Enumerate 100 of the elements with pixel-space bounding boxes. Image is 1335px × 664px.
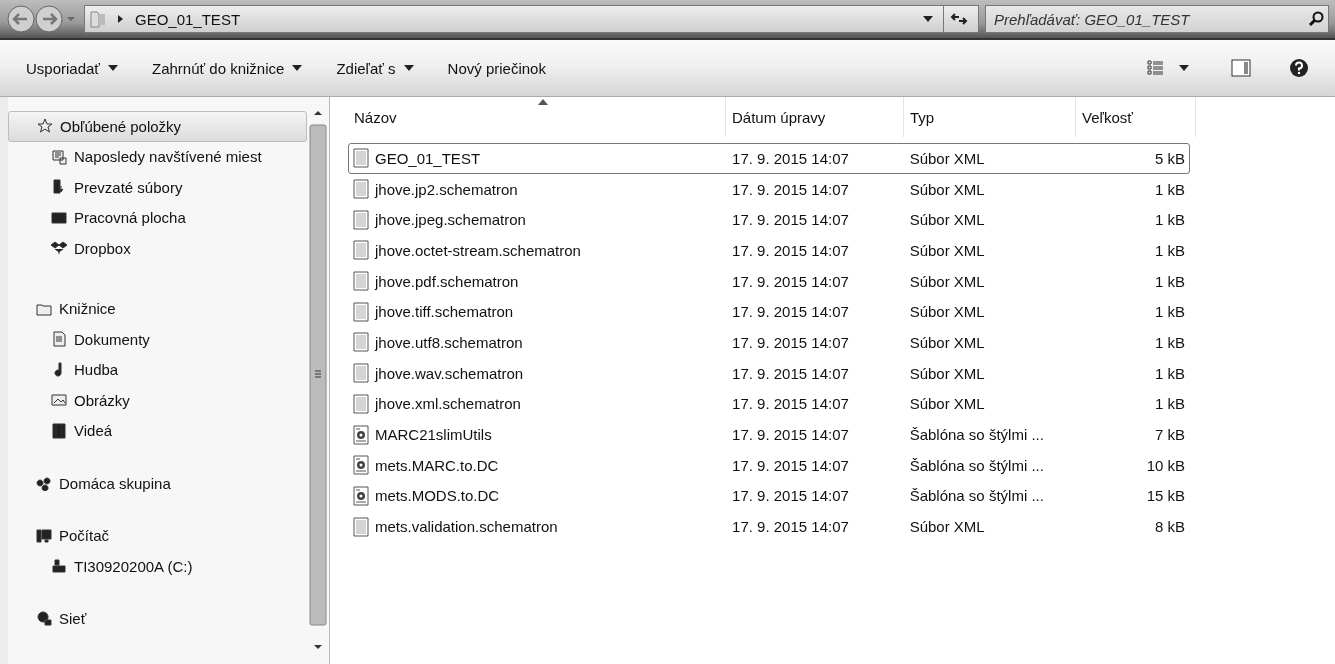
file-row[interactable]: GEO_01_TEST 17. 9. 2015 14:07 Súbor XML 5 kB [348, 143, 1190, 174]
file-row[interactable]: mets.validation.schematron 17. 9. 2015 14:07 Súbor XML 8 kB [348, 511, 1190, 542]
homegroup-icon [35, 475, 53, 492]
file-name: MARC21slimUtils [375, 426, 492, 444]
file-name: jhove.wav.schematron [375, 364, 524, 382]
file-row[interactable]: MARC21slimUtils 17. 9. 2015 14:07 Šablóna so štýlmi ... 7 kB [348, 419, 1190, 450]
file-row[interactable]: mets.MARC.to.DC 17. 9. 2015 14:07 Šablóna so štýlmi ... 10 kB [348, 449, 1190, 481]
column-header[interactable]: Typ [904, 97, 1076, 137]
file-type: Šablóna so štýlmi ... [908, 426, 1045, 444]
file-type: Súbor XML [908, 303, 986, 321]
modified-date: 17. 9. 2015 14:07 [731, 395, 850, 413]
modified-date: 17. 9. 2015 14:07 [731, 211, 850, 229]
sidebar-item[interactable]: Dokumenty [8, 324, 307, 355]
file-type: Súbor XML [908, 211, 986, 229]
file-name: mets.validation.schematron [375, 518, 558, 536]
file-size: 8 kB [1154, 518, 1186, 536]
sidebar-item[interactable]: Naposledy navštívené miest [8, 141, 307, 172]
back-forward-buttons[interactable] [6, 4, 78, 34]
drive-icon [50, 558, 68, 575]
text-file-icon [353, 148, 369, 169]
text-file-icon [353, 209, 369, 230]
file-name: jhove.utf8.schematron [375, 333, 523, 351]
file-name: mets.MARC.to.DC [375, 456, 499, 474]
file-size: 1 kB [1154, 272, 1186, 290]
file-type: Súbor XML [908, 395, 986, 413]
text-file-icon [353, 271, 369, 292]
text-file-icon [353, 393, 369, 414]
sidebar-item[interactable]: Prevzaté súbory [8, 172, 307, 203]
desktop-icon [50, 209, 68, 226]
dropdown-caret-icon[interactable] [923, 15, 933, 23]
file-name: GEO_01_TEST [375, 149, 481, 167]
file-type: Súbor XML [908, 364, 986, 382]
modified-date: 17. 9. 2015 14:07 [731, 487, 850, 505]
file-name: jhove.octet-stream.schematron [375, 241, 581, 259]
document-icon [50, 331, 68, 348]
column-header[interactable]: Dátum úpravy [726, 97, 904, 137]
text-file-icon [353, 363, 369, 384]
file-type: Súbor XML [908, 180, 986, 198]
gear-file-icon [353, 424, 369, 445]
file-size: 1 kB [1154, 333, 1186, 351]
sidebar-item[interactable]: Hudba [8, 354, 307, 385]
file-row[interactable]: jhove.wav.schematron 17. 9. 2015 14:07 Súbor XML 1 kB [348, 357, 1190, 389]
column-header[interactable]: Názov [348, 97, 726, 137]
sidebar-item[interactable]: Pracovná plocha [8, 202, 307, 233]
file-size: 1 kB [1154, 303, 1186, 321]
dropbox-icon [50, 240, 68, 257]
file-type: Súbor XML [908, 241, 986, 259]
address-field[interactable]: GEO_01_TEST [84, 5, 979, 33]
file-size: 10 kB [1145, 456, 1186, 474]
computer-icon [35, 527, 53, 544]
sidebar-item[interactable]: Obrázky [8, 385, 307, 416]
file-name: jhove.jp2.schematron [375, 180, 518, 198]
file-name: jhove.xml.schematron [375, 395, 521, 413]
file-name: jhove.tiff.schematron [375, 303, 514, 321]
sidebar-item[interactable]: Videá [8, 415, 307, 446]
file-row[interactable]: jhove.xml.schematron 17. 9. 2015 14:07 Súbor XML 1 kB [348, 388, 1190, 420]
file-size: 1 kB [1154, 180, 1186, 198]
search-field[interactable]: Prehľadávať: GEO_01_TEST [985, 5, 1329, 33]
file-type: Súbor XML [908, 272, 986, 290]
sidebar-item[interactable]: Dropbox [8, 233, 307, 264]
text-file-icon [353, 179, 369, 200]
toolbar-menu-button[interactable]: Nový priečinok [439, 55, 554, 81]
folder-icon [89, 9, 107, 29]
modified-date: 17. 9. 2015 14:07 [731, 180, 850, 198]
column-header[interactable]: Veľkosť [1076, 97, 1196, 137]
file-type: Súbor XML [908, 149, 986, 167]
network-icon [35, 610, 53, 627]
modified-date: 17. 9. 2015 14:07 [731, 241, 850, 259]
file-row[interactable]: jhove.pdf.schematron 17. 9. 2015 14:07 Súbor XML 1 kB [348, 265, 1190, 297]
file-size: 7 kB [1154, 426, 1186, 444]
sidebar-group[interactable]: Obľúbené položky [8, 111, 307, 142]
chevron-icon [117, 14, 125, 24]
gear-file-icon [353, 485, 369, 506]
toolbar-menu-button[interactable]: Usporiadať [18, 55, 126, 81]
file-row[interactable]: jhove.octet-stream.schematron 17. 9. 2015 14:07 Súbor XML 1 kB [348, 235, 1190, 266]
file-row[interactable]: jhove.tiff.schematron 17. 9. 2015 14:07 Súbor XML 1 kB [348, 296, 1190, 328]
file-row[interactable]: mets.MODS.to.DC 17. 9. 2015 14:07 Šablóna so štýlmi ... 15 kB [348, 480, 1190, 512]
toolbar-menu-button[interactable]: Zahrnúť do knižnice [144, 55, 311, 81]
sidebar-group[interactable]: Sieť [8, 603, 307, 634]
text-file-icon [353, 516, 369, 537]
sidebar-item[interactable]: TI30920200A (C:) [8, 551, 307, 582]
file-type: Šablóna so štýlmi ... [908, 456, 1045, 474]
file-size: 5 kB [1154, 149, 1186, 167]
file-size: 1 kB [1154, 211, 1186, 229]
modified-date: 17. 9. 2015 14:07 [731, 272, 850, 290]
sidebar-group[interactable]: Knižnice [8, 293, 307, 324]
text-file-icon [353, 301, 369, 322]
file-row[interactable]: jhove.jpeg.schematron 17. 9. 2015 14:07 Súbor XML 1 kB [348, 204, 1190, 236]
toolbar-menu-button[interactable]: Zdieľať s [328, 55, 422, 81]
file-size: 1 kB [1154, 364, 1186, 382]
file-size: 1 kB [1154, 395, 1186, 413]
star-icon [36, 118, 54, 135]
breadcrumb-item[interactable]: GEO_01_TEST [135, 10, 241, 28]
search-icon [1308, 11, 1324, 27]
modified-date: 17. 9. 2015 14:07 [731, 333, 850, 351]
file-row[interactable]: jhove.jp2.schematron 17. 9. 2015 14:07 Súbor XML 1 kB [348, 173, 1190, 205]
sidebar-group[interactable]: Domáca skupina [8, 468, 307, 499]
help-icon [1289, 58, 1309, 78]
file-row[interactable]: jhove.utf8.schematron 17. 9. 2015 14:07 Súbor XML 1 kB [348, 327, 1190, 358]
sidebar-group[interactable]: Počítač [8, 520, 307, 551]
